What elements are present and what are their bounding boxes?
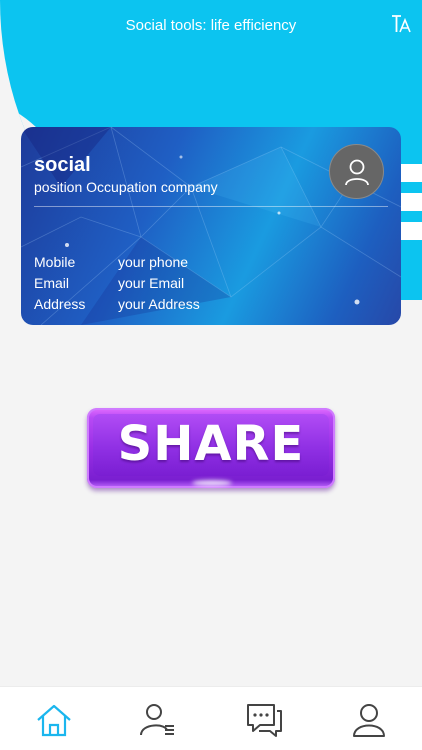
card-row-value: your phone — [118, 254, 189, 270]
avatar[interactable] — [329, 144, 384, 199]
card-row-label: Email — [34, 275, 70, 291]
card-name: social — [34, 154, 91, 176]
card-row-label: Address — [34, 296, 86, 312]
contacts-icon[interactable] — [138, 701, 178, 739]
profile-icon[interactable] — [349, 701, 389, 739]
card-row-label: Mobile — [34, 254, 76, 270]
card-subtitle: position Occupation company — [34, 179, 218, 195]
person-icon — [345, 159, 369, 186]
card-row-value: your Email — [118, 275, 185, 291]
share-button-label: SHARE — [117, 416, 305, 472]
text-size-icon[interactable] — [391, 13, 411, 35]
chat-icon[interactable] — [244, 701, 284, 739]
tab-bar — [0, 686, 422, 750]
share-button[interactable]: SHARE — [87, 408, 335, 488]
card-row-value: your Address — [118, 296, 200, 312]
home-icon[interactable] — [34, 701, 74, 739]
business-card[interactable]: social position Occupation company Mobil… — [21, 127, 401, 325]
card-divider — [34, 206, 388, 207]
app-title: Social tools: life efficiency — [125, 17, 297, 34]
share-button-glow — [192, 480, 232, 486]
